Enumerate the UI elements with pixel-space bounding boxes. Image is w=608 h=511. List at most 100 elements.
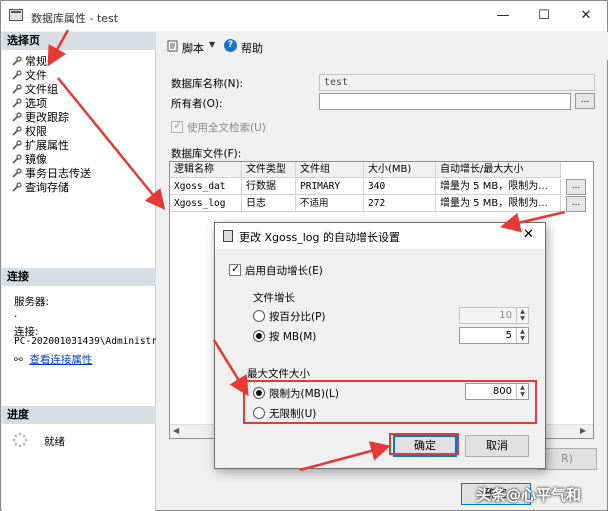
maximize-button[interactable]: ☐: [527, 5, 561, 27]
owner-browse-button[interactable]: ...: [575, 93, 595, 109]
nav-item-label: 权限: [25, 125, 47, 138]
wrench-icon: [12, 56, 22, 66]
owner-field[interactable]: [319, 93, 571, 110]
nav-item-label: 选项: [25, 97, 47, 110]
grid-column-header[interactable]: 逻辑名称: [170, 162, 242, 178]
nav-item-label: 扩展属性: [25, 139, 69, 152]
nav-item-3[interactable]: 选项: [12, 97, 47, 110]
grid-column-header[interactable]: 文件组: [296, 162, 364, 178]
progress-spinner-icon: [12, 432, 28, 448]
spinner-arrows-icon[interactable]: ▲ ▼: [516, 308, 528, 323]
dialog-title-bar: 更改 Xgoss_log 的自动增长设置 ✕: [215, 223, 545, 249]
nav-item-0[interactable]: 常规: [12, 55, 47, 68]
dialog-close-button[interactable]: ✕: [523, 227, 534, 242]
connection-properties-icon: ⚯: [14, 354, 23, 366]
enable-autogrowth-label: 启用自动增长(E): [245, 265, 323, 277]
script-icon: [167, 40, 179, 52]
by-percent-value: 10: [499, 310, 512, 321]
wrench-icon: [12, 70, 22, 80]
file-growth-label: 文件增长: [253, 292, 295, 304]
window-title: 数据库属性 - test: [31, 12, 119, 25]
db-name-label: 数据库名称(N):: [171, 78, 244, 90]
remove-button[interactable]: R): [537, 448, 597, 470]
grid-column-header[interactable]: 自动增长/最大大小: [436, 162, 561, 178]
max-size-label: 最大文件大小: [247, 368, 310, 380]
owner-label: 所有者(O):: [171, 98, 223, 110]
fulltext-label: 使用全文检索(U): [187, 122, 266, 134]
close-button[interactable]: ✕: [569, 5, 603, 27]
autogrowth-edit-button[interactable]: ...: [566, 179, 586, 195]
nav-item-label: 镜像: [25, 153, 47, 166]
nav-item-7[interactable]: 镜像: [12, 153, 47, 166]
connection-value: PC-202001031439\Administrat: [14, 336, 156, 347]
wrench-icon: [12, 140, 22, 150]
wrench-icon: [12, 182, 22, 192]
grid-cell: 340: [364, 179, 436, 195]
max-size-highlight-box: [243, 380, 537, 424]
server-value: .: [14, 308, 18, 320]
dialog-cancel-button[interactable]: 取消: [465, 435, 529, 457]
title-bar: 数据库属性 - test — ☐ ✕: [1, 1, 607, 31]
by-mb-spinner[interactable]: 5 ▲ ▼: [459, 327, 529, 344]
nav-item-4[interactable]: 更改跟踪: [12, 111, 69, 124]
progress-status: 就绪: [44, 436, 65, 448]
grid-cell: 日志: [242, 196, 296, 212]
view-connection-link[interactable]: 查看连接属性: [29, 354, 92, 366]
minimize-button[interactable]: —: [486, 5, 520, 27]
wrench-icon: [12, 98, 22, 108]
spinner-arrows-icon[interactable]: ▲ ▼: [516, 328, 528, 343]
nav-item-2[interactable]: 文件组: [12, 83, 58, 96]
fulltext-checkbox[interactable]: [171, 119, 183, 133]
grid-column-header[interactable]: 文件类型: [242, 162, 296, 178]
script-button[interactable]: 脚本: [182, 40, 204, 56]
nav-item-label: 事务日志传送: [25, 167, 91, 180]
nav-item-5[interactable]: 权限: [12, 125, 47, 138]
grid-cell: PRIMARY: [296, 179, 364, 195]
grid-cell: 不适用: [296, 196, 364, 212]
grid-cell: 行数据: [242, 179, 296, 195]
by-percent-spinner[interactable]: 10 ▲ ▼: [459, 307, 529, 324]
nav-item-label: 更改跟踪: [25, 111, 69, 124]
database-icon: [9, 9, 23, 21]
connection-header: 连接: [2, 268, 156, 286]
script-dropdown-chevron-icon[interactable]: ▼: [209, 40, 215, 49]
nav-item-label: 常规: [25, 55, 47, 68]
ok-highlight-box: [389, 433, 459, 455]
nav-item-8[interactable]: 事务日志传送: [12, 167, 91, 180]
nav-item-9[interactable]: 查询存储: [12, 181, 69, 194]
nav-item-1[interactable]: 文件: [12, 69, 47, 82]
help-button[interactable]: 帮助: [241, 40, 263, 56]
watermark: 头条@心平气和: [476, 486, 582, 504]
enable-autogrowth-checkbox[interactable]: [229, 262, 241, 276]
by-percent-radio[interactable]: [253, 310, 265, 322]
wrench-icon: [12, 168, 22, 178]
by-percent-label: 按百分比(P): [269, 311, 326, 323]
grid-column-header[interactable]: 大小(MB): [364, 162, 436, 178]
by-mb-radio[interactable]: [253, 330, 265, 342]
server-label: 服务器:: [14, 296, 50, 308]
progress-header: 进度: [2, 406, 156, 424]
dialog-title: 更改 Xgoss_log 的自动增长设置: [239, 231, 400, 244]
toolbar: 脚本 ▼ ? 帮助: [157, 32, 608, 60]
help-icon: ?: [224, 39, 237, 52]
nav-item-label: 文件组: [25, 83, 58, 96]
grid-cell: Xgoss_dat: [170, 179, 242, 195]
nav-item-label: 文件: [25, 69, 47, 82]
left-pane: 选择页 常规 文件 文件组 选项 更改跟踪 权限 扩展属性 镜像 事务日志传送 查询存储 连接 服…: [2, 32, 156, 511]
db-name-field: test: [319, 74, 595, 91]
scroll-left-icon[interactable]: ◀: [173, 426, 179, 435]
autogrowth-dialog: 更改 Xgoss_log 的自动增长设置 ✕ 启用自动增长(E) 文件增长 按百…: [214, 222, 546, 469]
scroll-right-icon[interactable]: ▶: [580, 426, 586, 435]
autogrowth-edit-button[interactable]: ...: [566, 196, 586, 212]
grid-cell: 增量为 5 MB，限制为...: [436, 179, 561, 195]
view-connection-properties[interactable]: ⚯ 查看连接属性: [14, 352, 92, 367]
by-mb-label: 按 MB(M): [269, 331, 317, 343]
nav-item-label: 查询存储: [25, 181, 69, 194]
db-files-label: 数据库文件(F):: [171, 148, 242, 160]
grid-cell: 272: [364, 196, 436, 212]
wrench-icon: [12, 112, 22, 122]
grid-cell: Xgoss_log: [170, 196, 242, 212]
wrench-icon: [12, 84, 22, 94]
nav-item-6[interactable]: 扩展属性: [12, 139, 69, 152]
grid-cell: 增量为 5 MB，限制为...: [436, 196, 561, 212]
